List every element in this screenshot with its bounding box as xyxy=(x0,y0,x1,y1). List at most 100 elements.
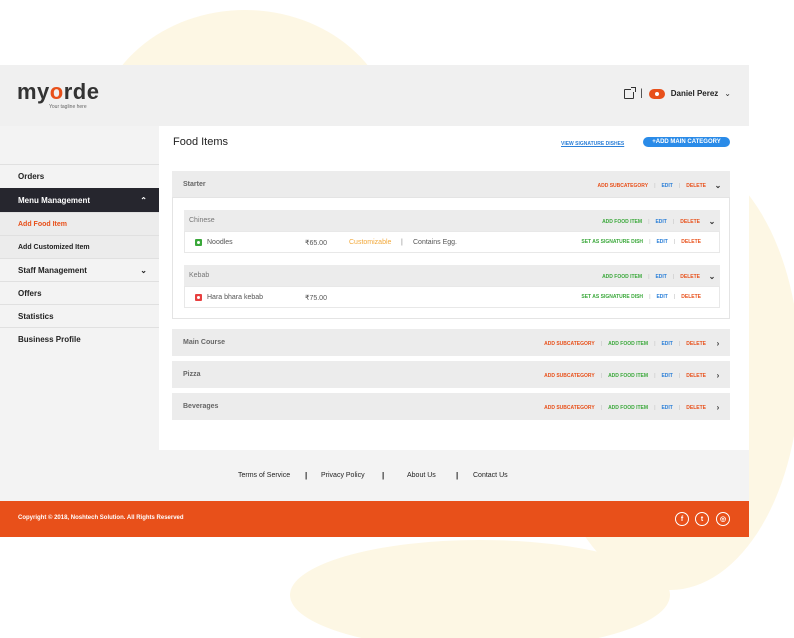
footer-separator: | xyxy=(456,471,459,480)
footer-separator: | xyxy=(305,471,308,480)
delete-link[interactable]: DELETE xyxy=(686,405,706,411)
set-signature-dish-link[interactable]: SET AS SIGNATURE DISH xyxy=(581,239,643,245)
edit-link[interactable]: EDIT xyxy=(661,183,672,189)
instagram-icon[interactable]: ◎ xyxy=(716,512,730,526)
app-window: myorde Your tagline here | Daniel Perez … xyxy=(0,65,749,537)
edit-link[interactable]: EDIT xyxy=(656,294,667,300)
logo-tagline: Your tagline here xyxy=(49,104,87,110)
edit-link[interactable]: EDIT xyxy=(656,239,667,245)
item-actions: SET AS SIGNATURE DISH | EDIT | DELETE xyxy=(581,294,701,300)
category-name: Main Course xyxy=(183,339,226,346)
food-item-name: Noodles xyxy=(207,239,233,246)
add-subcategory-link[interactable]: ADD SUBCATEGORY xyxy=(544,405,595,411)
user-area: | Daniel Perez ⌄ xyxy=(624,86,731,99)
item-separator: | xyxy=(401,239,403,246)
chevron-right-icon[interactable]: › xyxy=(714,371,722,380)
category-actions: ADD SUBCATEGORY | ADD FOOD ITEM | EDIT |… xyxy=(544,339,722,348)
twitter-icon[interactable]: t xyxy=(695,512,709,526)
category-pizza[interactable]: Pizza ADD SUBCATEGORY | ADD FOOD ITEM | … xyxy=(172,361,730,388)
sidebar-item-add-customized-item[interactable]: Add Customized Item xyxy=(0,235,159,258)
external-link-icon[interactable] xyxy=(624,86,637,99)
category-actions: ADD SUBCATEGORY | ADD FOOD ITEM | EDIT |… xyxy=(544,371,722,380)
logo[interactable]: myorde Your tagline here xyxy=(17,79,100,111)
chevron-down-icon[interactable]: ⌄ xyxy=(714,181,722,190)
subcategory-name: Kebab xyxy=(189,272,210,279)
footer-separator: | xyxy=(382,471,385,480)
page-title: Food Items xyxy=(173,136,229,148)
chevron-down-icon: ⌄ xyxy=(140,265,147,275)
category-header[interactable]: Starter ADD SUBCATEGORY | EDIT | DELETE … xyxy=(172,171,730,197)
add-subcategory-link[interactable]: ADD SUBCATEGORY xyxy=(544,341,595,347)
add-subcategory-link[interactable]: ADD SUBCATEGORY xyxy=(598,183,649,189)
category-name: Beverages xyxy=(183,403,219,410)
delete-link[interactable]: DELETE xyxy=(686,183,706,189)
edit-link[interactable]: EDIT xyxy=(655,219,666,225)
edit-link[interactable]: EDIT xyxy=(661,405,672,411)
logo-text: myorde xyxy=(17,79,100,104)
chevron-right-icon[interactable]: › xyxy=(714,403,722,412)
subcategory-chinese[interactable]: Chinese ADD FOOD ITEM | EDIT | DELETE ⌄ xyxy=(184,210,720,231)
delete-link[interactable]: DELETE xyxy=(680,219,700,225)
view-signature-dishes-link[interactable]: VIEW SIGNATURE DISHES xyxy=(561,141,624,147)
add-food-item-link[interactable]: ADD FOOD ITEM xyxy=(608,341,648,347)
subcategory-kebab[interactable]: Kebab ADD FOOD ITEM | EDIT | DELETE ⌄ xyxy=(184,265,720,286)
edit-link[interactable]: EDIT xyxy=(661,373,672,379)
food-item-name: Hara bhara kebab xyxy=(207,294,264,301)
edit-link[interactable]: EDIT xyxy=(655,274,666,280)
delete-link[interactable]: DELETE xyxy=(680,274,700,280)
non-veg-icon xyxy=(195,294,202,301)
add-food-item-link[interactable]: ADD FOOD ITEM xyxy=(602,219,642,225)
header-separator: | xyxy=(640,88,643,99)
chevron-down-icon[interactable]: ⌄ xyxy=(724,89,731,98)
item-actions: SET AS SIGNATURE DISH | EDIT | DELETE xyxy=(581,239,701,245)
food-item-price: ₹75.00 xyxy=(305,295,327,302)
copyright-text: Copyright © 2018, Noshtech Solution. All… xyxy=(18,515,184,521)
veg-icon xyxy=(195,239,202,246)
sidebar-item-staff-management[interactable]: Staff Management ⌄ xyxy=(0,258,159,281)
user-name[interactable]: Daniel Perez xyxy=(671,89,719,98)
chevron-down-icon[interactable]: ⌄ xyxy=(708,272,716,281)
sidebar-item-add-food-item[interactable]: Add Food Item xyxy=(0,212,159,235)
facebook-icon[interactable]: f xyxy=(675,512,689,526)
top-header: myorde Your tagline here | Daniel Perez … xyxy=(0,65,749,126)
footer-bar: Copyright © 2018, Noshtech Solution. All… xyxy=(0,501,749,537)
sidebar-item-statistics[interactable]: Statistics xyxy=(0,304,159,327)
delete-link[interactable]: DELETE xyxy=(681,239,701,245)
chevron-right-icon[interactable]: › xyxy=(714,339,722,348)
sidebar-item-menu-management[interactable]: Menu Management ⌃ xyxy=(0,188,159,212)
add-food-item-link[interactable]: ADD FOOD ITEM xyxy=(602,274,642,280)
food-item-row: Noodles ₹65.00 Customizable | Contains E… xyxy=(184,231,720,253)
contact-us-link[interactable]: Contact Us xyxy=(473,472,508,479)
food-item-note: Contains Egg. xyxy=(413,239,457,246)
chevron-up-icon: ⌃ xyxy=(140,195,147,205)
subcategory-actions: ADD FOOD ITEM | EDIT | DELETE ⌄ xyxy=(602,272,716,281)
sidebar-item-offers[interactable]: Offers xyxy=(0,281,159,304)
set-signature-dish-link[interactable]: SET AS SIGNATURE DISH xyxy=(581,294,643,300)
delete-link[interactable]: DELETE xyxy=(681,294,701,300)
food-item-price: ₹65.00 xyxy=(305,240,327,247)
avatar[interactable] xyxy=(648,88,665,99)
about-us-link[interactable]: About Us xyxy=(407,472,436,479)
delete-link[interactable]: DELETE xyxy=(686,341,706,347)
add-food-item-link[interactable]: ADD FOOD ITEM xyxy=(608,373,648,379)
edit-link[interactable]: EDIT xyxy=(661,341,672,347)
add-main-category-button[interactable]: +ADD MAIN CATEGORY xyxy=(643,137,730,147)
category-main-course[interactable]: Main Course ADD SUBCATEGORY | ADD FOOD I… xyxy=(172,329,730,356)
sidebar-item-orders[interactable]: Orders xyxy=(0,164,159,188)
category-actions: ADD SUBCATEGORY | EDIT | DELETE ⌄ xyxy=(597,181,722,190)
category-starter: Starter ADD SUBCATEGORY | EDIT | DELETE … xyxy=(172,171,730,319)
category-beverages[interactable]: Beverages ADD SUBCATEGORY | ADD FOOD ITE… xyxy=(172,393,730,420)
chevron-down-icon[interactable]: ⌄ xyxy=(708,217,716,226)
category-actions: ADD SUBCATEGORY | ADD FOOD ITEM | EDIT |… xyxy=(544,403,722,412)
delete-link[interactable]: DELETE xyxy=(686,373,706,379)
add-subcategory-link[interactable]: ADD SUBCATEGORY xyxy=(544,373,595,379)
customizable-tag: Customizable xyxy=(349,239,392,246)
category-body: Chinese ADD FOOD ITEM | EDIT | DELETE ⌄ … xyxy=(172,197,730,319)
privacy-policy-link[interactable]: Privacy Policy xyxy=(321,472,365,479)
category-name: Starter xyxy=(183,181,206,188)
category-name: Pizza xyxy=(183,371,201,378)
sidebar-item-business-profile[interactable]: Business Profile xyxy=(0,327,159,351)
terms-of-service-link[interactable]: Terms of Service xyxy=(238,472,290,479)
add-food-item-link[interactable]: ADD FOOD ITEM xyxy=(608,405,648,411)
footer-links: Terms of Service | Privacy Policy | Abou… xyxy=(0,450,749,501)
